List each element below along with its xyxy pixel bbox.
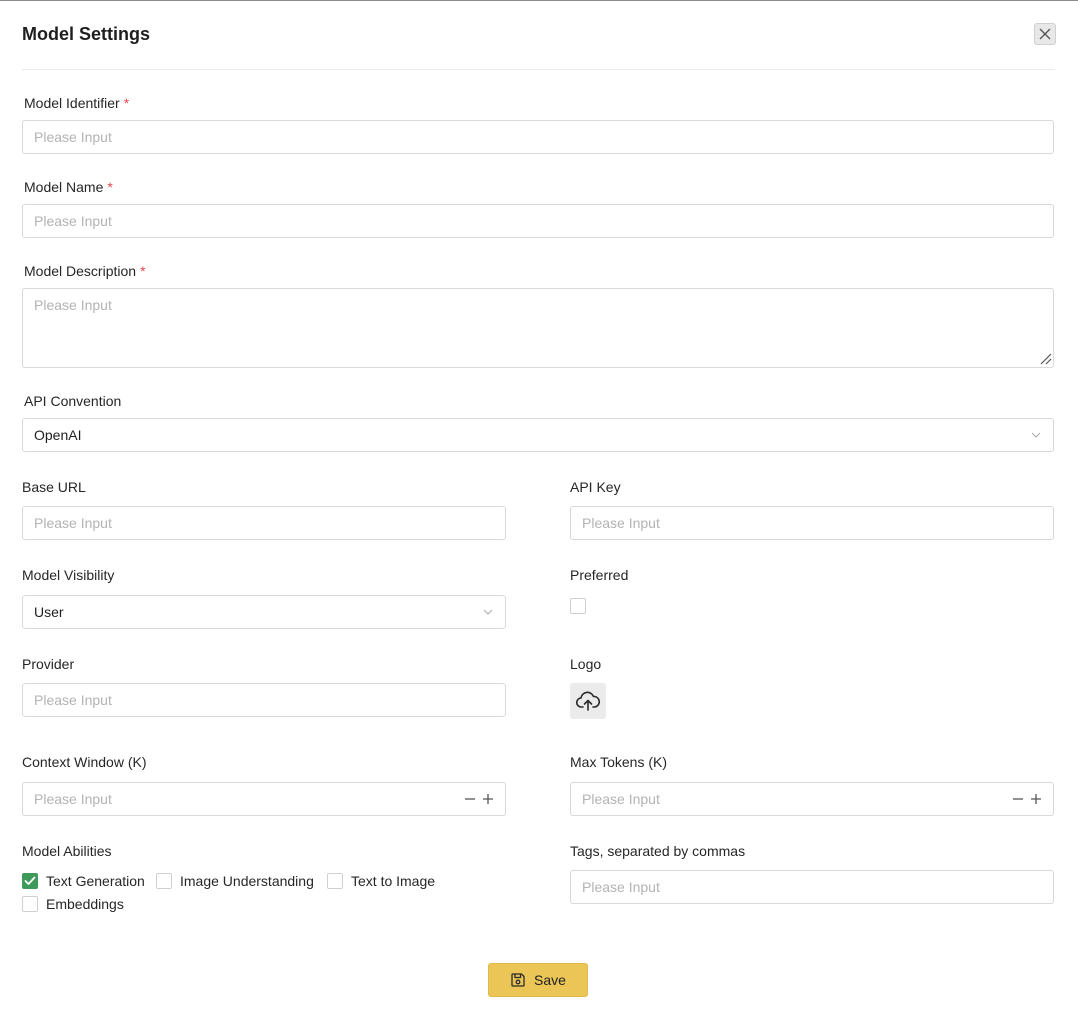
required-mark: * [123, 95, 130, 111]
chevron-down-icon [482, 606, 494, 618]
model-visibility-value: User [34, 604, 64, 620]
tags-input[interactable] [570, 870, 1054, 904]
save-icon [511, 973, 525, 987]
max-tokens-stepper [1011, 792, 1043, 806]
api-key-label: API Key [570, 479, 621, 495]
dialog-title: Model Settings [22, 24, 151, 44]
model-description-label: Model Description * [24, 263, 146, 279]
increment-button[interactable] [481, 792, 495, 806]
save-button[interactable]: Save [488, 963, 588, 997]
ability-image-understanding-label: Image Understanding [180, 873, 314, 889]
minus-icon [465, 798, 475, 800]
ability-text-generation-checkbox[interactable] [22, 873, 38, 889]
ability-image-understanding-checkbox[interactable] [156, 873, 172, 889]
decrement-button[interactable] [1011, 792, 1025, 806]
cloud-upload-icon [575, 691, 601, 711]
model-identifier-input[interactable] [22, 120, 1054, 154]
model-name-label: Model Name * [24, 179, 113, 195]
save-button-label: Save [534, 972, 566, 988]
context-window-stepper [463, 792, 495, 806]
max-tokens-label: Max Tokens (K) [570, 754, 667, 770]
api-convention-select[interactable]: OpenAI [22, 418, 1054, 452]
required-mark: * [140, 263, 146, 279]
window-top-border [0, 0, 1078, 1]
max-tokens-input[interactable] [570, 782, 1054, 816]
ability-text-to-image-label: Text to Image [351, 873, 436, 889]
model-visibility-select[interactable]: User [22, 595, 506, 629]
provider-input[interactable] [22, 683, 506, 717]
context-window-label: Context Window (K) [22, 754, 147, 770]
model-visibility-label: Model Visibility [22, 567, 115, 583]
context-window-input[interactable] [22, 782, 506, 816]
ability-text-generation-label: Text Generation [46, 873, 145, 889]
provider-label: Provider [22, 656, 75, 672]
model-description-textarea[interactable] [22, 288, 1054, 368]
decrement-button[interactable] [463, 792, 477, 806]
logo-upload-button[interactable] [570, 683, 606, 719]
model-name-input[interactable] [22, 204, 1054, 238]
api-convention-value: OpenAI [34, 427, 82, 443]
api-convention-label: API Convention [24, 393, 122, 409]
minus-icon [1013, 798, 1023, 800]
base-url-input[interactable] [22, 506, 506, 540]
required-mark: * [107, 179, 113, 195]
preferred-label: Preferred [570, 567, 629, 583]
close-button[interactable] [1034, 23, 1056, 45]
checkmark-icon [24, 876, 36, 885]
close-icon [1039, 28, 1051, 40]
model-identifier-label: Model Identifier * [24, 95, 130, 111]
plus-icon [1031, 794, 1041, 804]
tags-label: Tags, separated by commas [570, 843, 746, 859]
title-divider [22, 69, 1055, 70]
plus-icon [483, 794, 493, 804]
model-abilities-label: Model Abilities [22, 843, 112, 859]
increment-button[interactable] [1029, 792, 1043, 806]
ability-embeddings-checkbox[interactable] [22, 896, 38, 912]
logo-label: Logo [570, 656, 602, 672]
ability-text-to-image-checkbox[interactable] [327, 873, 343, 889]
preferred-checkbox[interactable] [570, 598, 586, 614]
api-key-input[interactable] [570, 506, 1054, 540]
ability-embeddings-label: Embeddings [46, 896, 124, 912]
base-url-label: Base URL [22, 479, 86, 495]
resize-grip-icon[interactable] [1038, 351, 1052, 365]
chevron-down-icon [1030, 429, 1042, 441]
